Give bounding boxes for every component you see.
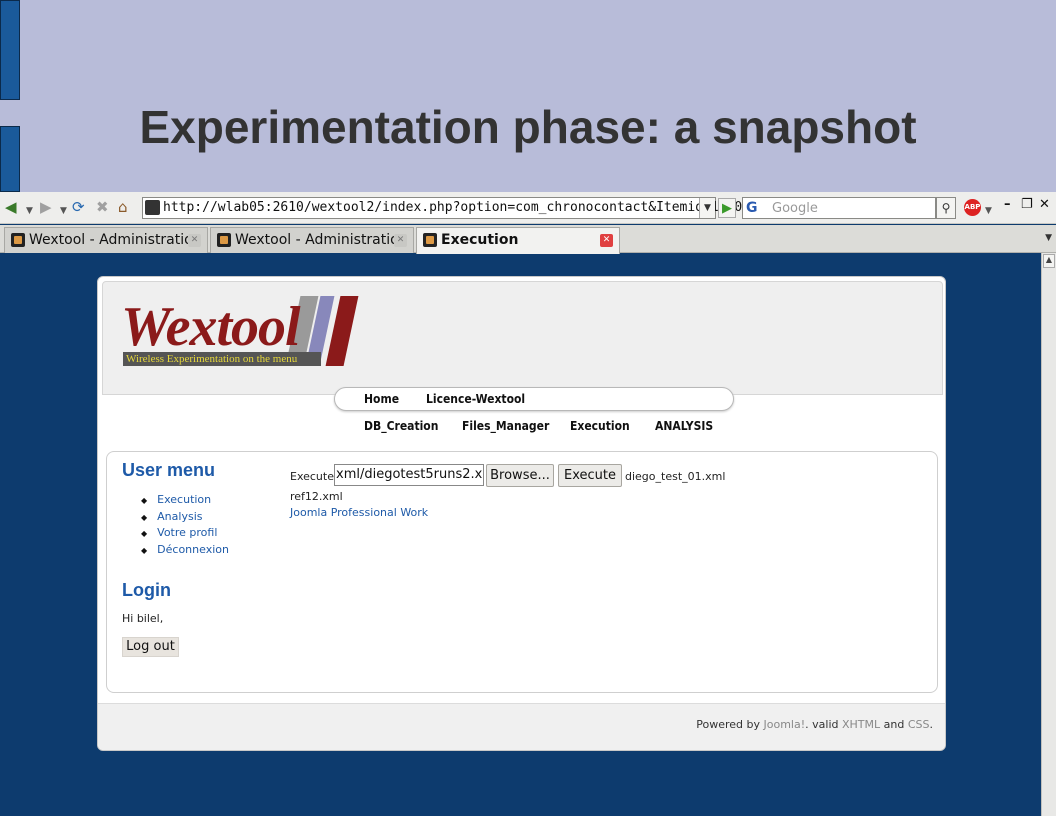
- scroll-up-icon[interactable]: ▲: [1043, 254, 1055, 268]
- tab-close-icon[interactable]: ✕: [394, 234, 407, 247]
- user-menu-item-profile[interactable]: Votre profil: [145, 525, 229, 542]
- execute-button[interactable]: Execute: [558, 464, 622, 487]
- tab-list-dropdown-icon[interactable]: ▼: [1045, 233, 1052, 243]
- site-footer: Powered by Joomla!. valid XHTML and CSS.: [98, 703, 945, 750]
- footer-powered-by: Powered by: [696, 718, 760, 731]
- slide-title: Experimentation phase: a snapshot: [139, 101, 917, 153]
- logo-text: Wextool: [121, 296, 301, 358]
- tab-bar: Wextool - Administration ✕ Wextool - Adm…: [0, 225, 1056, 254]
- menu-link-files-manager[interactable]: Files_Manager: [462, 419, 549, 433]
- tab-wextool-admin-1[interactable]: Wextool - Administration ✕: [4, 227, 208, 253]
- menu-link-licence[interactable]: Licence-Wextool: [426, 392, 525, 406]
- url-text[interactable]: http://wlab05:2610/wextool2/index.php?op…: [163, 200, 758, 215]
- adblock-dropdown-icon[interactable]: ▼: [985, 202, 992, 220]
- page-scrollbar[interactable]: ▲: [1041, 253, 1056, 816]
- logout-button[interactable]: Log out: [122, 637, 179, 657]
- footer-joomla-link[interactable]: Joomla!: [764, 718, 806, 731]
- adblock-icon[interactable]: ABP: [964, 199, 981, 216]
- back-arrow-icon[interactable]: ◀: [5, 198, 17, 216]
- tab-favicon-icon: [11, 233, 25, 247]
- content-box: User menu Execution Analysis Votre profi…: [106, 451, 938, 693]
- restore-icon[interactable]: ❐: [1021, 197, 1033, 212]
- logo-tagline: Wireless Experimentation on the menu: [123, 352, 321, 366]
- search-icon[interactable]: ⚲: [936, 197, 956, 219]
- url-history-dropdown-icon[interactable]: ▼: [699, 198, 715, 218]
- forward-arrow-icon[interactable]: ▶: [40, 198, 52, 216]
- reload-icon[interactable]: ⟳: [72, 198, 85, 216]
- go-icon[interactable]: ▶: [718, 198, 736, 218]
- login-title: Login: [122, 580, 171, 600]
- slide-header: Experimentation phase: a snapshot: [0, 0, 1056, 192]
- footer-text: Powered by Joomla!. valid XHTML and CSS.: [696, 718, 933, 731]
- tab-favicon-icon: [217, 233, 231, 247]
- web-page: Wextool Wireless Experimentation on the …: [97, 276, 946, 751]
- user-menu-title: User menu: [122, 460, 216, 480]
- home-icon[interactable]: ⌂: [118, 198, 128, 216]
- search-placeholder: Google: [772, 201, 818, 216]
- footer-valid: . valid: [805, 718, 839, 731]
- menu-link-home[interactable]: Home: [364, 392, 399, 406]
- footer-end: .: [929, 718, 934, 731]
- menu-link-execution[interactable]: Execution: [570, 419, 630, 433]
- tab-close-icon[interactable]: ✕: [188, 234, 201, 247]
- menu-link-analysis[interactable]: ANALYSIS: [655, 419, 713, 433]
- site-header: Wextool Wireless Experimentation on the …: [102, 281, 943, 395]
- menu-link-db-creation[interactable]: DB_Creation: [364, 419, 438, 433]
- tab-label: Execution: [441, 232, 519, 248]
- minimize-icon[interactable]: –: [1004, 197, 1011, 212]
- tab-wextool-admin-2[interactable]: Wextool - Administration ✕: [210, 227, 414, 253]
- file-item: ref12.xml: [290, 490, 343, 503]
- close-window-icon[interactable]: ✕: [1039, 197, 1050, 212]
- execute-file-input[interactable]: xml/diegotest5runs2.xml: [334, 464, 484, 486]
- search-input[interactable]: Google: [768, 197, 936, 219]
- tab-favicon-icon: [423, 233, 437, 247]
- browser-toolbar: ◀ ▼ ▶ ▼ ⟳ ✖ ⌂ http://wlab05:2610/wextool…: [0, 192, 1056, 224]
- user-menu-item-execution[interactable]: Execution: [145, 492, 229, 509]
- tab-label: Wextool - Administration: [235, 232, 408, 248]
- slide-decor-bar: [0, 0, 20, 100]
- site-favicon-icon: [145, 200, 160, 215]
- footer-css-link[interactable]: CSS: [908, 718, 930, 731]
- main-menu: Home Licence-Wextool: [334, 387, 734, 411]
- search-engine-icon[interactable]: G: [742, 197, 770, 219]
- wextool-logo[interactable]: Wextool Wireless Experimentation on the …: [121, 296, 359, 368]
- joomla-professional-link[interactable]: Joomla Professional Work: [290, 506, 428, 519]
- back-history-dropdown-icon[interactable]: ▼: [26, 202, 33, 220]
- login-greeting: Hi bilel,: [122, 612, 164, 625]
- footer-and: and: [883, 718, 905, 731]
- url-bar[interactable]: http://wlab05:2610/wextool2/index.php?op…: [142, 197, 758, 219]
- user-menu-list: Execution Analysis Votre profil Déconnex…: [145, 492, 229, 558]
- user-menu-item-logout[interactable]: Déconnexion: [145, 542, 229, 559]
- footer-xhtml-link[interactable]: XHTML: [842, 718, 880, 731]
- user-menu-item-analysis[interactable]: Analysis: [145, 509, 229, 526]
- tab-label: Wextool - Administration: [29, 232, 202, 248]
- tab-close-icon[interactable]: ✕: [600, 234, 613, 247]
- stop-icon[interactable]: ✖: [96, 198, 109, 216]
- forward-history-dropdown-icon[interactable]: ▼: [60, 202, 67, 220]
- tab-execution[interactable]: Execution ✕: [416, 227, 620, 254]
- file-item: diego_test_01.xml: [625, 470, 726, 483]
- browse-button[interactable]: Browse...: [486, 464, 554, 487]
